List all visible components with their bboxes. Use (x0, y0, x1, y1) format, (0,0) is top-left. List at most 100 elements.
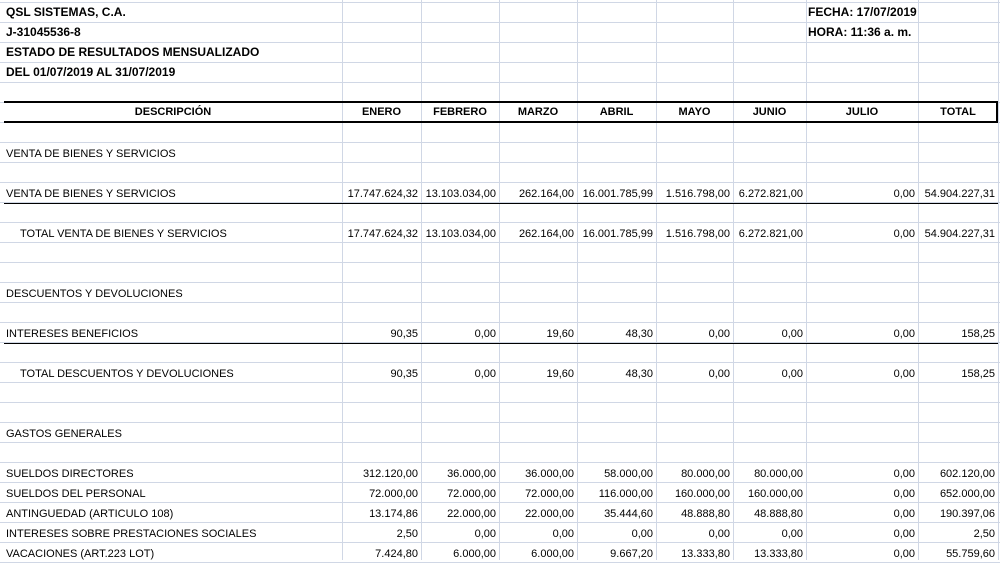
row-label: INTERESES SOBRE PRESTACIONES SOCIALES (6, 528, 257, 540)
header-separator (733, 103, 734, 121)
row-label: DESCUENTOS Y DEVOLUCIONES (6, 288, 183, 300)
column-header-1: ENERO (361, 106, 402, 118)
value-cell: 602.120,00 (939, 468, 995, 480)
value-cell: 262.164,00 (518, 188, 574, 200)
value-cell: 22.000,00 (447, 508, 496, 520)
report-date: FECHA: 17/07/2019 (808, 5, 917, 19)
column-header-7: JULIO (845, 106, 879, 118)
value-cell: 7.424,80 (375, 548, 418, 560)
value-cell: 160.000,00 (747, 488, 803, 500)
header-separator (918, 103, 919, 121)
report-time: HORA: 11:36 a. m. (808, 25, 912, 39)
grid-row-line (0, 322, 1000, 323)
report-title: ESTADO DE RESULTADOS MENSUALIZADO (6, 45, 260, 59)
value-cell: 6.000,00 (453, 548, 496, 560)
spreadsheet: QSL SISTEMAS, C.A. J-31045536-8 ESTADO DE … (0, 0, 1000, 563)
header-separator (577, 103, 578, 121)
grid-row-line (0, 282, 1000, 283)
value-cell: 9.667,20 (610, 548, 653, 560)
value-cell: 6.272.821,00 (738, 228, 803, 240)
grid-row-line (0, 222, 1000, 223)
column-header-0: DESCRIPCIÓN (134, 106, 212, 118)
row-label: TOTAL DESCUENTOS Y DEVOLUCIONES (20, 368, 234, 380)
value-cell: 0,00 (893, 188, 915, 200)
grid-column-line (998, 0, 999, 560)
grid-row-line (0, 262, 1000, 263)
column-header-4: ABRIL (599, 106, 634, 118)
value-cell: 0,00 (631, 528, 653, 540)
value-cell: 0,00 (781, 368, 803, 380)
value-cell: 0,00 (474, 528, 496, 540)
row-label: ANTINGUEDAD (ARTICULO 108) (6, 508, 174, 520)
value-cell: 16.001.785,99 (582, 188, 653, 200)
report-period: DEL 01/07/2019 AL 31/07/2019 (6, 65, 176, 79)
value-cell: 0,00 (474, 328, 496, 340)
value-cell: 0,00 (893, 328, 915, 340)
value-cell: 6.272.821,00 (738, 188, 803, 200)
header-separator (499, 103, 500, 121)
value-cell: 72.000,00 (447, 488, 496, 500)
column-header-8: TOTAL (940, 106, 976, 118)
value-cell: 80.000,00 (754, 468, 803, 480)
value-cell: 48,30 (625, 368, 653, 380)
row-label: VACACIONES (ART.223 LOT) (6, 548, 155, 560)
value-cell: 36.000,00 (525, 468, 574, 480)
grid-row-line (0, 422, 1000, 423)
value-cell: 36.000,00 (447, 468, 496, 480)
value-cell: 0,00 (893, 528, 915, 540)
value-cell: 1.516.798,00 (665, 188, 730, 200)
value-cell: 0,00 (708, 328, 730, 340)
grid-row-line (0, 402, 1000, 403)
grid-row-line (0, 462, 1000, 463)
value-cell: 72.000,00 (525, 488, 574, 500)
value-cell: 1.516.798,00 (665, 228, 730, 240)
value-cell: 48,30 (625, 328, 653, 340)
value-cell: 19,60 (546, 368, 574, 380)
value-cell: 17.747.624,32 (347, 228, 418, 240)
value-cell: 2,50 (396, 528, 418, 540)
value-cell: 0,00 (893, 468, 915, 480)
value-cell: 80.000,00 (681, 468, 730, 480)
row-label: SUELDOS DIRECTORES (6, 468, 134, 480)
value-cell: 72.000,00 (369, 488, 418, 500)
value-cell: 0,00 (474, 368, 496, 380)
value-cell: 48.888,80 (754, 508, 803, 520)
value-cell: 90,35 (390, 328, 418, 340)
header-separator (656, 103, 657, 121)
value-cell: 55.759,60 (946, 548, 995, 560)
grid-row-line (0, 362, 1000, 363)
value-cell: 17.747.624,32 (347, 188, 418, 200)
value-cell: 0,00 (893, 368, 915, 380)
value-cell: 13.103.034,00 (425, 228, 496, 240)
value-cell: 158,25 (961, 368, 995, 380)
value-cell: 58.000,00 (604, 468, 653, 480)
value-cell: 13.103.034,00 (425, 188, 496, 200)
header-separator (806, 103, 807, 121)
row-label: VENTA DE BIENES Y SERVICIOS (6, 148, 176, 160)
value-cell: 35.444,60 (604, 508, 653, 520)
value-cell: 160.000,00 (674, 488, 730, 500)
value-cell: 16.001.785,99 (582, 228, 653, 240)
row-label: SUELDOS DEL PERSONAL (6, 488, 146, 500)
row-label: GASTOS GENERALES (6, 428, 122, 440)
value-cell: 6.000,00 (531, 548, 574, 560)
value-cell: 262.164,00 (518, 228, 574, 240)
subtotal-rule (4, 343, 998, 344)
row-label: TOTAL VENTA DE BIENES Y SERVICIOS (20, 228, 227, 240)
value-cell: 54.904.227,31 (924, 228, 995, 240)
value-cell: 0,00 (781, 528, 803, 540)
value-cell: 158,25 (961, 328, 995, 340)
value-cell: 652.000,00 (939, 488, 995, 500)
value-cell: 0,00 (552, 528, 574, 540)
value-cell: 13.333,80 (754, 548, 803, 560)
value-cell: 54.904.227,31 (924, 188, 995, 200)
company-name: QSL SISTEMAS, C.A. (6, 5, 126, 19)
value-cell: 0,00 (893, 508, 915, 520)
header-separator (421, 103, 422, 121)
value-cell: 190.397,06 (939, 508, 995, 520)
grid-row-line (0, 82, 1000, 83)
column-header-2: FEBRERO (433, 106, 487, 118)
value-cell: 0,00 (708, 368, 730, 380)
value-cell: 90,35 (390, 368, 418, 380)
value-cell: 19,60 (546, 328, 574, 340)
